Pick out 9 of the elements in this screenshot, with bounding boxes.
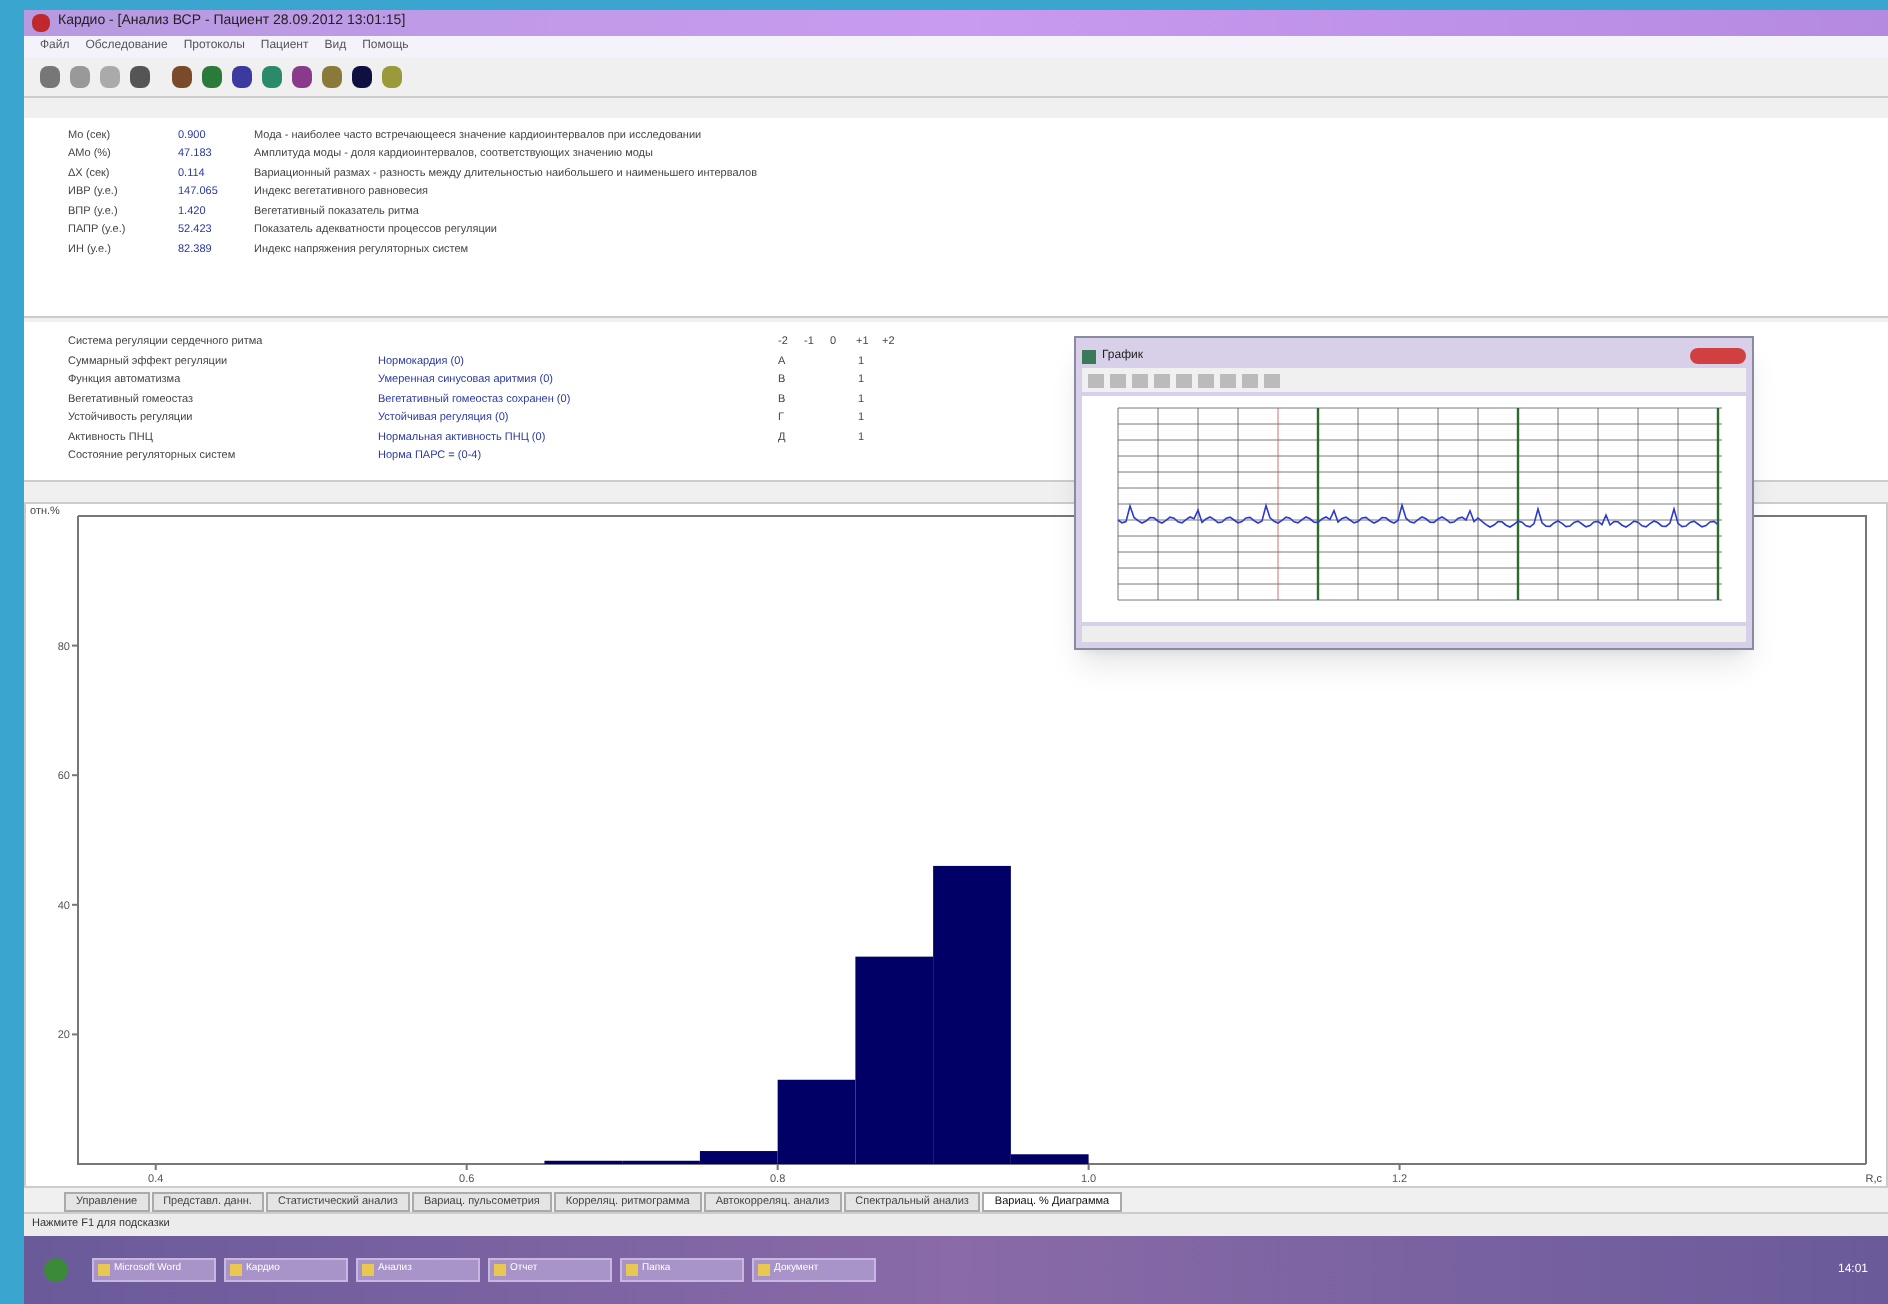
- toolbar-icon[interactable]: [292, 66, 312, 88]
- scrollbar[interactable]: [1082, 626, 1746, 642]
- toolbar-icon[interactable]: [130, 66, 150, 88]
- close-button[interactable]: [1690, 348, 1746, 364]
- toolbar-icon[interactable]: [172, 66, 192, 88]
- app-icon: [32, 14, 50, 32]
- start-button[interactable]: [44, 1258, 68, 1282]
- toolbar-icon[interactable]: [232, 66, 252, 88]
- toolbar-icon[interactable]: [352, 66, 372, 88]
